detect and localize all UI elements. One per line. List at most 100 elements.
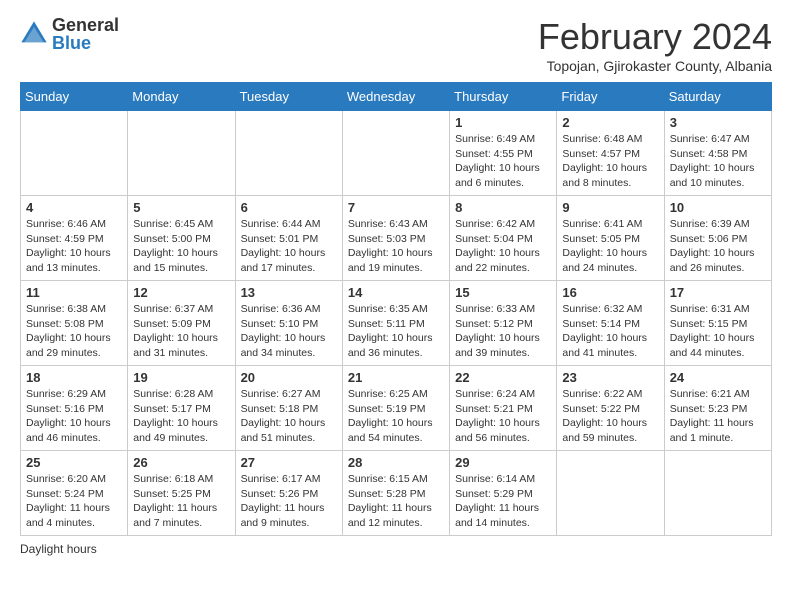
day-info: Sunrise: 6:21 AM Sunset: 5:23 PM Dayligh… [670,387,766,446]
day-info: Sunrise: 6:32 AM Sunset: 5:14 PM Dayligh… [562,302,658,361]
header-thursday: Thursday [450,83,557,111]
day-number: 13 [241,285,337,300]
day-info: Sunrise: 6:49 AM Sunset: 4:55 PM Dayligh… [455,132,551,191]
day-number: 28 [348,455,444,470]
day-number: 22 [455,370,551,385]
day-info: Sunrise: 6:47 AM Sunset: 4:58 PM Dayligh… [670,132,766,191]
day-number: 1 [455,115,551,130]
day-number: 15 [455,285,551,300]
day-number: 3 [670,115,766,130]
day-number: 6 [241,200,337,215]
calendar-week-row: 18 Sunrise: 6:29 AM Sunset: 5:16 PM Dayli… [21,366,772,451]
day-info: Sunrise: 6:41 AM Sunset: 5:05 PM Dayligh… [562,217,658,276]
table-row: 17 Sunrise: 6:31 AM Sunset: 5:15 PM Dayli… [664,281,771,366]
day-number: 29 [455,455,551,470]
day-info: Sunrise: 6:15 AM Sunset: 5:28 PM Dayligh… [348,472,444,531]
calendar-week-row: 25 Sunrise: 6:20 AM Sunset: 5:24 PM Dayli… [21,451,772,536]
table-row: 2Sunrise: 6:48 AM Sunset: 4:57 PM Daylig… [557,111,664,196]
calendar-table: Sunday Monday Tuesday Wednesday Thursday… [20,82,772,536]
table-row: 23 Sunrise: 6:22 AM Sunset: 5:22 PM Dayli… [557,366,664,451]
table-row: 7 Sunrise: 6:43 AM Sunset: 5:03 PM Daylig… [342,196,449,281]
table-row: 3 Sunrise: 6:47 AM Sunset: 4:58 PM Daylig… [664,111,771,196]
logo-blue-text: Blue [52,34,119,52]
header-saturday: Saturday [664,83,771,111]
day-info: Sunrise: 6:44 AM Sunset: 5:01 PM Dayligh… [241,217,337,276]
table-row [342,111,449,196]
day-info: Sunrise: 6:31 AM Sunset: 5:15 PM Dayligh… [670,302,766,361]
day-number: 11 [26,285,122,300]
day-info: Sunrise: 6:42 AM Sunset: 5:04 PM Dayligh… [455,217,551,276]
day-info: Sunrise: 6:37 AM Sunset: 5:09 PM Dayligh… [133,302,229,361]
day-info: Sunrise: 6:24 AM Sunset: 5:21 PM Dayligh… [455,387,551,446]
table-row [664,451,771,536]
table-row: 16 Sunrise: 6:32 AM Sunset: 5:14 PM Dayli… [557,281,664,366]
day-number: 24 [670,370,766,385]
header-sunday: Sunday [21,83,128,111]
day-number: 18 [26,370,122,385]
table-row: 28 Sunrise: 6:15 AM Sunset: 5:28 PM Dayli… [342,451,449,536]
day-info: Sunrise: 6:29 AM Sunset: 5:16 PM Dayligh… [26,387,122,446]
header-wednesday: Wednesday [342,83,449,111]
day-number: 21 [348,370,444,385]
table-row: 25 Sunrise: 6:20 AM Sunset: 5:24 PM Dayli… [21,451,128,536]
table-row: 22 Sunrise: 6:24 AM Sunset: 5:21 PM Dayli… [450,366,557,451]
table-row: 11 Sunrise: 6:38 AM Sunset: 5:08 PM Dayli… [21,281,128,366]
table-row: 13 Sunrise: 6:36 AM Sunset: 5:10 PM Dayli… [235,281,342,366]
day-info: Sunrise: 6:25 AM Sunset: 5:19 PM Dayligh… [348,387,444,446]
table-row: 18 Sunrise: 6:29 AM Sunset: 5:16 PM Dayli… [21,366,128,451]
day-number: 26 [133,455,229,470]
day-number: 17 [670,285,766,300]
header: General Blue February 2024 Topojan, Gjir… [20,16,772,74]
day-info: Sunrise: 6:20 AM Sunset: 5:24 PM Dayligh… [26,472,122,531]
day-info: Sunrise: 6:17 AM Sunset: 5:26 PM Dayligh… [241,472,337,531]
day-number: 19 [133,370,229,385]
table-row: 29 Sunrise: 6:14 AM Sunset: 5:29 PM Dayli… [450,451,557,536]
table-row: 10Sunrise: 6:39 AM Sunset: 5:06 PM Dayli… [664,196,771,281]
footer-note: Daylight hours [20,542,772,556]
day-info: Sunrise: 6:14 AM Sunset: 5:29 PM Dayligh… [455,472,551,531]
table-row: 5 Sunrise: 6:45 AM Sunset: 5:00 PM Daylig… [128,196,235,281]
table-row: 4 Sunrise: 6:46 AM Sunset: 4:59 PM Daylig… [21,196,128,281]
header-tuesday: Tuesday [235,83,342,111]
header-friday: Friday [557,83,664,111]
table-row: 20Sunrise: 6:27 AM Sunset: 5:18 PM Dayli… [235,366,342,451]
table-row: 12 Sunrise: 6:37 AM Sunset: 5:09 PM Dayli… [128,281,235,366]
day-info: Sunrise: 6:18 AM Sunset: 5:25 PM Dayligh… [133,472,229,531]
table-row: 21 Sunrise: 6:25 AM Sunset: 5:19 PM Dayli… [342,366,449,451]
day-info: Sunrise: 6:43 AM Sunset: 5:03 PM Dayligh… [348,217,444,276]
day-number: 23 [562,370,658,385]
logo: General Blue [20,16,119,52]
table-row: 26 Sunrise: 6:18 AM Sunset: 5:25 PM Dayli… [128,451,235,536]
day-number: 16 [562,285,658,300]
table-row: 15 Sunrise: 6:33 AM Sunset: 5:12 PM Dayli… [450,281,557,366]
day-info: Sunrise: 6:45 AM Sunset: 5:00 PM Dayligh… [133,217,229,276]
day-number: 4 [26,200,122,215]
table-row [235,111,342,196]
table-row [557,451,664,536]
table-row: 27Sunrise: 6:17 AM Sunset: 5:26 PM Dayli… [235,451,342,536]
table-row: 14Sunrise: 6:35 AM Sunset: 5:11 PM Dayli… [342,281,449,366]
table-row [128,111,235,196]
day-info: Sunrise: 6:38 AM Sunset: 5:08 PM Dayligh… [26,302,122,361]
day-number: 7 [348,200,444,215]
day-number: 5 [133,200,229,215]
day-info: Sunrise: 6:46 AM Sunset: 4:59 PM Dayligh… [26,217,122,276]
table-row [21,111,128,196]
day-info: Sunrise: 6:33 AM Sunset: 5:12 PM Dayligh… [455,302,551,361]
calendar-header-row: Sunday Monday Tuesday Wednesday Thursday… [21,83,772,111]
logo-general-text: General [52,16,119,34]
table-row: 6 Sunrise: 6:44 AM Sunset: 5:01 PM Daylig… [235,196,342,281]
day-number: 12 [133,285,229,300]
day-info: Sunrise: 6:39 AM Sunset: 5:06 PM Dayligh… [670,217,766,276]
day-info: Sunrise: 6:35 AM Sunset: 5:11 PM Dayligh… [348,302,444,361]
day-number: 25 [26,455,122,470]
day-number: 8 [455,200,551,215]
calendar-week-row: 4 Sunrise: 6:46 AM Sunset: 4:59 PM Daylig… [21,196,772,281]
month-title: February 2024 [538,16,772,58]
location-subtitle: Topojan, Gjirokaster County, Albania [538,58,772,74]
calendar-week-row: 1 Sunrise: 6:49 AM Sunset: 4:55 PM Daylig… [21,111,772,196]
day-number: 20 [241,370,337,385]
day-info: Sunrise: 6:22 AM Sunset: 5:22 PM Dayligh… [562,387,658,446]
day-info: Sunrise: 6:36 AM Sunset: 5:10 PM Dayligh… [241,302,337,361]
table-row: 1 Sunrise: 6:49 AM Sunset: 4:55 PM Daylig… [450,111,557,196]
